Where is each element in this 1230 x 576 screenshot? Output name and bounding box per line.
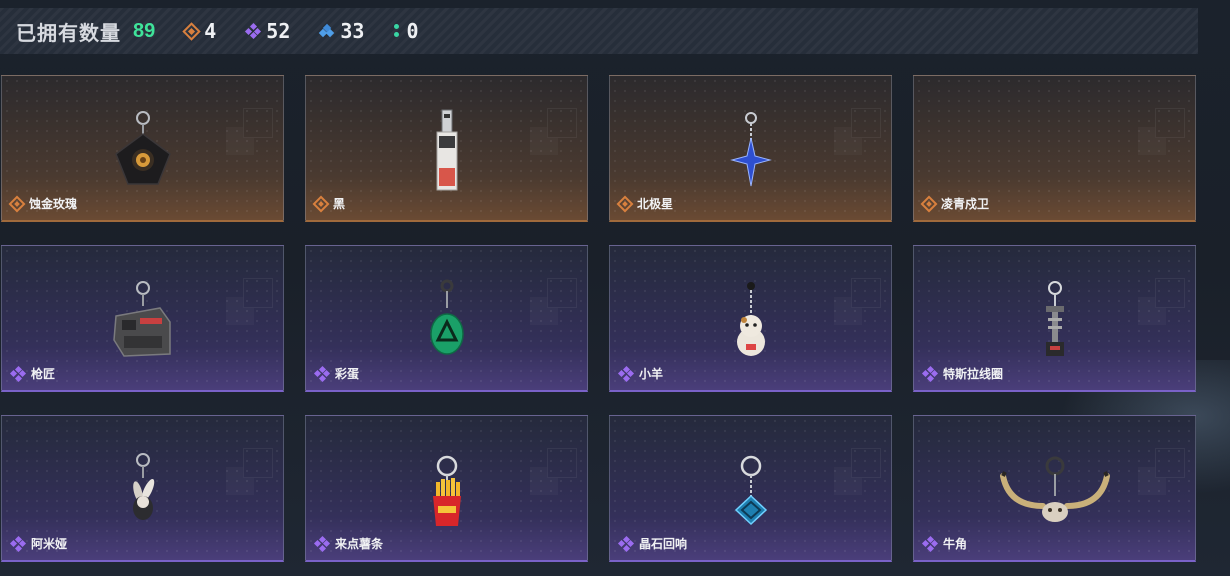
charm-name: 小羊 xyxy=(639,367,664,381)
purple-diamond-cluster-icon xyxy=(9,365,27,382)
owned-count: 89 xyxy=(133,19,156,42)
charm-name: 牛角 xyxy=(943,537,968,551)
charm-name: 北极星 xyxy=(637,197,674,211)
stat-green: 0 xyxy=(394,19,419,43)
card-decoration xyxy=(851,108,881,138)
charm-name: 阿米娅 xyxy=(31,537,68,551)
green-dots-icon xyxy=(394,24,400,38)
crystal-cube-charm-icon xyxy=(706,416,796,536)
card-label: 彩蛋 xyxy=(313,365,360,382)
charm-card[interactable]: 黑 xyxy=(305,75,588,222)
card-label: 蚀金玫瑰 xyxy=(8,195,78,212)
stat-green-count: 0 xyxy=(406,19,419,43)
stat-orange: 4 xyxy=(182,19,217,43)
card-decoration xyxy=(547,108,577,138)
charm-card[interactable]: 特斯拉线圈 xyxy=(913,245,1196,392)
blue-star-charm-icon xyxy=(706,76,796,196)
card-decoration xyxy=(1155,278,1185,308)
card-label: 北极星 xyxy=(616,195,674,212)
stat-blue: 33 xyxy=(319,19,365,43)
charm-card[interactable]: 枪匠 xyxy=(1,245,284,392)
purple-diamond-cluster-icon xyxy=(617,535,635,552)
card-decoration xyxy=(1155,108,1185,138)
charm-name: 特斯拉线圈 xyxy=(943,367,1004,381)
charm-card[interactable]: 晶石回响 xyxy=(609,415,892,562)
card-label: 枪匠 xyxy=(9,365,56,382)
orange-diamond-icon xyxy=(920,195,938,212)
charm-name: 蚀金玫瑰 xyxy=(29,197,78,211)
charm-card[interactable]: 凌青戍卫 xyxy=(913,75,1196,222)
card-label: 阿米娅 xyxy=(9,535,68,552)
card-decoration xyxy=(243,278,273,308)
charm-card[interactable]: 北极星 xyxy=(609,75,892,222)
charm-card[interactable]: 阿米娅 xyxy=(1,415,284,562)
card-decoration xyxy=(1155,448,1185,478)
charm-name: 枪匠 xyxy=(31,367,56,381)
card-label: 来点薯条 xyxy=(313,535,384,552)
owned-label: 已拥有数量 xyxy=(16,22,121,45)
charm-card[interactable]: 彩蛋 xyxy=(305,245,588,392)
orange-diamond-icon xyxy=(312,195,330,212)
collection-header: 已拥有数量 89 4 52 33 0 xyxy=(0,8,1198,54)
bunny-figure-charm-icon xyxy=(98,416,188,536)
card-decoration xyxy=(243,108,273,138)
charm-name: 凌青戍卫 xyxy=(941,197,990,211)
charm-card[interactable]: 蚀金玫瑰 xyxy=(1,75,284,222)
card-label: 小羊 xyxy=(617,365,664,382)
card-decoration xyxy=(243,448,273,478)
purple-diamond-cluster-icon xyxy=(617,365,635,382)
card-label: 凌青戍卫 xyxy=(920,195,990,212)
bull-horns-charm-icon xyxy=(995,416,1115,536)
purple-diamond-cluster-icon xyxy=(245,22,262,40)
golden-rose-charm-icon xyxy=(98,76,188,196)
card-label: 黑 xyxy=(312,195,346,212)
charm-name: 彩蛋 xyxy=(335,367,360,381)
orange-diamond-icon xyxy=(182,21,201,41)
card-label: 特斯拉线圈 xyxy=(921,365,1004,382)
card-label: 牛角 xyxy=(921,535,968,552)
charm-name: 来点薯条 xyxy=(335,537,384,551)
purple-diamond-cluster-icon xyxy=(921,365,939,382)
lucky-cat-charm-icon xyxy=(706,246,796,366)
orange-diamond-icon xyxy=(8,195,26,212)
purple-diamond-cluster-icon xyxy=(9,535,27,552)
charm-card[interactable]: 小羊 xyxy=(609,245,892,392)
stat-purple-count: 52 xyxy=(266,19,291,43)
charm-card[interactable]: 牛角 xyxy=(913,415,1196,562)
fries-charm-icon xyxy=(402,416,492,536)
charm-name: 黑 xyxy=(333,197,346,211)
orange-diamond-icon xyxy=(616,195,634,212)
stat-purple: 52 xyxy=(245,19,291,43)
card-decoration xyxy=(547,448,577,478)
card-label: 晶石回响 xyxy=(617,535,688,552)
tesla-coil-charm-icon xyxy=(1010,246,1100,366)
purple-diamond-cluster-icon xyxy=(921,535,939,552)
tag-charm-icon xyxy=(402,76,492,196)
gunsmith-box-charm-icon xyxy=(98,246,188,366)
stat-orange-count: 4 xyxy=(204,19,217,43)
purple-diamond-cluster-icon xyxy=(313,365,331,382)
charm-card[interactable]: 来点薯条 xyxy=(305,415,588,562)
purple-diamond-cluster-icon xyxy=(313,535,331,552)
green-egg-charm-icon xyxy=(402,246,492,366)
card-decoration xyxy=(547,278,577,308)
stat-blue-count: 33 xyxy=(340,19,365,43)
card-decoration xyxy=(851,278,881,308)
blue-diamond-cluster-icon xyxy=(319,23,335,38)
card-decoration xyxy=(851,448,881,478)
charm-name: 晶石回响 xyxy=(639,537,688,551)
